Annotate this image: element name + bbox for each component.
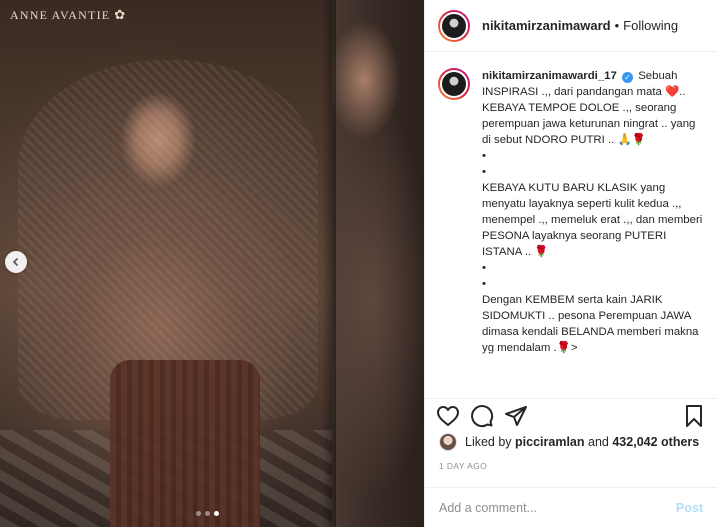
caption-line: • <box>482 150 486 162</box>
save-button[interactable] <box>681 403 707 429</box>
avatar[interactable] <box>438 9 470 42</box>
caption-avatar[interactable] <box>438 68 470 100</box>
watermark: ANNE AVANTIE ✿ <box>10 7 126 23</box>
caption-text: nikitamirzanimawardi_17 ✓ Sebuah INSPIRA… <box>482 68 703 356</box>
post-panel: nikitamirzanimaward • Following nikitami… <box>424 0 717 527</box>
carousel-image <box>0 0 332 527</box>
caption: nikitamirzanimawardi_17 ✓ Sebuah INSPIRA… <box>438 68 703 356</box>
chevron-left-icon <box>12 257 19 267</box>
following-button[interactable]: Following <box>623 18 678 33</box>
share-button[interactable] <box>503 403 529 429</box>
heart-icon <box>436 405 460 426</box>
add-comment-bar: Post <box>425 487 717 527</box>
carousel-dot-active <box>214 511 219 516</box>
likes-conjunction: and <box>588 435 609 449</box>
slide-divider <box>322 0 336 527</box>
carousel-indicator <box>196 511 219 516</box>
liker-username[interactable]: picciramlan <box>515 435 584 449</box>
post-button[interactable]: Post <box>676 501 703 515</box>
header-separator: • <box>614 18 620 33</box>
likes-count[interactable]: 432,042 others <box>612 435 699 449</box>
caption-line: Dengan KEMBEM serta kain JARIK SIDOMUKTI… <box>482 294 699 354</box>
caption-username[interactable]: nikitamirzanimawardi_17 <box>482 70 617 82</box>
caption-line: • <box>482 262 486 274</box>
carousel-dot <box>196 511 201 516</box>
comment-icon <box>471 404 494 427</box>
likes-prefix: Liked by <box>465 435 512 449</box>
carousel-prev-button[interactable] <box>5 251 27 273</box>
likes-row: Liked by picciramlan and 432,042 others <box>439 433 699 451</box>
post-timestamp[interactable]: 1 DAY AGO <box>439 461 487 471</box>
action-bar <box>425 398 717 432</box>
verified-badge-icon: ✓ <box>622 72 634 83</box>
caption-line: KEBAYA KUTU BARU KLASIK yang menyatu lay… <box>482 182 703 258</box>
comment-button[interactable] <box>469 403 495 429</box>
comments-area: nikitamirzanimawardi_17 ✓ Sebuah INSPIRA… <box>425 52 717 392</box>
post-header: nikitamirzanimaward • Following <box>425 0 717 52</box>
bookmark-icon <box>686 404 702 427</box>
caption-line: • <box>482 166 486 178</box>
header-username[interactable]: nikitamirzanimaward <box>482 18 611 33</box>
batik-skirt <box>110 360 260 527</box>
like-button[interactable] <box>435 403 461 429</box>
carousel-next-image <box>332 0 424 527</box>
watermark-text: ANNE AVANTIE <box>10 7 111 22</box>
caption-line: • <box>482 278 486 290</box>
carousel-dot <box>205 511 210 516</box>
paper-plane-icon <box>505 405 527 426</box>
liker-avatar[interactable] <box>439 433 457 451</box>
lotus-flower-icon: ✿ <box>114 7 127 22</box>
comment-input[interactable] <box>439 500 676 515</box>
post-media[interactable]: ANNE AVANTIE ✿ <box>0 0 424 527</box>
